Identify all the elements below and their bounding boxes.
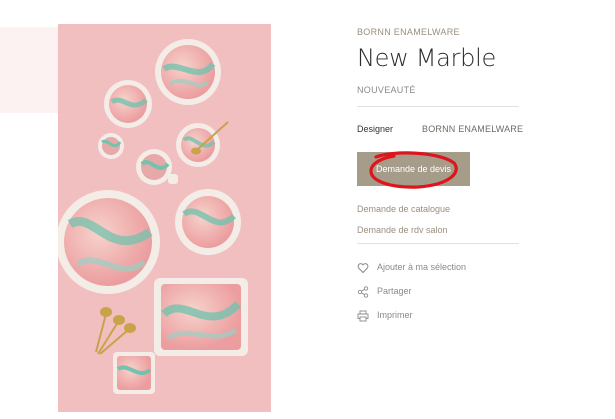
printer-icon (357, 309, 369, 322)
quote-request-label: Demande de devis (375, 164, 452, 174)
heart-icon (357, 261, 369, 274)
print-label: Imprimer (377, 310, 413, 320)
designer-label: Designer (357, 124, 394, 134)
wishlist-label: Ajouter à ma sélection (377, 262, 467, 272)
share-action[interactable]: Partager (357, 283, 412, 299)
appointment-request-link[interactable]: Demande de rdv salon (357, 225, 448, 235)
share-icon (357, 285, 369, 298)
share-label: Partager (377, 286, 412, 296)
side-strip (0, 27, 58, 113)
product-info-panel: BORNN ENAMELWARE New Marble NOUVEAUTÉ De… (357, 0, 615, 419)
new-badge: NOUVEAUTÉ (357, 85, 416, 95)
designer-value[interactable]: BORNN ENAMELWARE (422, 124, 523, 134)
quote-request-button[interactable]: Demande de devis (357, 152, 470, 186)
divider (357, 106, 519, 107)
divider (357, 243, 519, 244)
print-action[interactable]: Imprimer (357, 307, 413, 323)
product-title: New Marble (357, 44, 496, 72)
catalogue-request-link[interactable]: Demande de catalogue (357, 204, 450, 214)
brand-name[interactable]: BORNN ENAMELWARE (357, 27, 460, 37)
product-photo (58, 24, 271, 412)
wishlist-action[interactable]: Ajouter à ma sélection (357, 259, 466, 275)
